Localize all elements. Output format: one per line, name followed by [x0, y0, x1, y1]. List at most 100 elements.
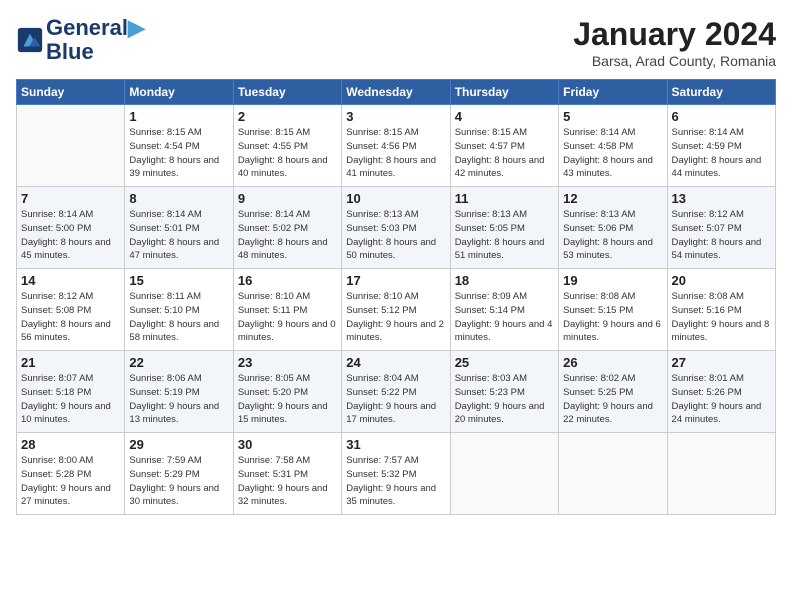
- daylight: Daylight: 9 hours and 15 minutes.: [238, 401, 328, 426]
- sunset: Sunset: 5:05 PM: [455, 223, 525, 234]
- sunset: Sunset: 5:26 PM: [672, 387, 742, 398]
- day-info: Sunrise: 8:13 AM Sunset: 5:05 PM Dayligh…: [455, 208, 554, 263]
- sunrise: Sunrise: 8:14 AM: [563, 127, 635, 138]
- calendar-cell: 31 Sunrise: 7:57 AM Sunset: 5:32 PM Dayl…: [342, 433, 450, 515]
- day-number: 31: [346, 437, 445, 452]
- sunset: Sunset: 5:07 PM: [672, 223, 742, 234]
- day-number: 5: [563, 109, 662, 124]
- calendar-cell: 29 Sunrise: 7:59 AM Sunset: 5:29 PM Dayl…: [125, 433, 233, 515]
- sunrise: Sunrise: 8:08 AM: [563, 291, 635, 302]
- daylight: Daylight: 9 hours and 17 minutes.: [346, 401, 436, 426]
- calendar-week-0: 1 Sunrise: 8:15 AM Sunset: 4:54 PM Dayli…: [17, 105, 776, 187]
- daylight: Daylight: 9 hours and 8 minutes.: [672, 319, 770, 344]
- calendar-cell: [17, 105, 125, 187]
- sunset: Sunset: 4:58 PM: [563, 141, 633, 152]
- sunset: Sunset: 5:08 PM: [21, 305, 91, 316]
- day-info: Sunrise: 8:05 AM Sunset: 5:20 PM Dayligh…: [238, 372, 337, 427]
- calendar-cell: 26 Sunrise: 8:02 AM Sunset: 5:25 PM Dayl…: [559, 351, 667, 433]
- sunrise: Sunrise: 8:14 AM: [129, 209, 201, 220]
- day-info: Sunrise: 8:08 AM Sunset: 5:15 PM Dayligh…: [563, 290, 662, 345]
- day-number: 27: [672, 355, 771, 370]
- daylight: Daylight: 9 hours and 6 minutes.: [563, 319, 661, 344]
- calendar-cell: 3 Sunrise: 8:15 AM Sunset: 4:56 PM Dayli…: [342, 105, 450, 187]
- day-info: Sunrise: 8:00 AM Sunset: 5:28 PM Dayligh…: [21, 454, 120, 509]
- sunset: Sunset: 5:31 PM: [238, 469, 308, 480]
- day-number: 10: [346, 191, 445, 206]
- day-number: 8: [129, 191, 228, 206]
- day-info: Sunrise: 8:13 AM Sunset: 5:03 PM Dayligh…: [346, 208, 445, 263]
- day-info: Sunrise: 8:14 AM Sunset: 4:59 PM Dayligh…: [672, 126, 771, 181]
- sunset: Sunset: 5:22 PM: [346, 387, 416, 398]
- col-wednesday: Wednesday: [342, 80, 450, 105]
- day-number: 18: [455, 273, 554, 288]
- calendar-cell: 6 Sunrise: 8:14 AM Sunset: 4:59 PM Dayli…: [667, 105, 775, 187]
- day-number: 13: [672, 191, 771, 206]
- day-number: 22: [129, 355, 228, 370]
- logo: General▶ Blue: [16, 16, 145, 64]
- daylight: Daylight: 8 hours and 48 minutes.: [238, 237, 328, 262]
- sunrise: Sunrise: 8:09 AM: [455, 291, 527, 302]
- month-title: January 2024: [573, 16, 776, 53]
- day-info: Sunrise: 8:15 AM Sunset: 4:56 PM Dayligh…: [346, 126, 445, 181]
- sunset: Sunset: 5:20 PM: [238, 387, 308, 398]
- daylight: Daylight: 9 hours and 10 minutes.: [21, 401, 111, 426]
- daylight: Daylight: 9 hours and 0 minutes.: [238, 319, 336, 344]
- day-number: 17: [346, 273, 445, 288]
- day-info: Sunrise: 8:11 AM Sunset: 5:10 PM Dayligh…: [129, 290, 228, 345]
- calendar-cell: 17 Sunrise: 8:10 AM Sunset: 5:12 PM Dayl…: [342, 269, 450, 351]
- sunset: Sunset: 5:12 PM: [346, 305, 416, 316]
- daylight: Daylight: 9 hours and 30 minutes.: [129, 483, 219, 508]
- calendar-cell: 15 Sunrise: 8:11 AM Sunset: 5:10 PM Dayl…: [125, 269, 233, 351]
- col-sunday: Sunday: [17, 80, 125, 105]
- sunrise: Sunrise: 8:08 AM: [672, 291, 744, 302]
- day-info: Sunrise: 8:03 AM Sunset: 5:23 PM Dayligh…: [455, 372, 554, 427]
- daylight: Daylight: 9 hours and 27 minutes.: [21, 483, 111, 508]
- col-friday: Friday: [559, 80, 667, 105]
- calendar-week-4: 28 Sunrise: 8:00 AM Sunset: 5:28 PM Dayl…: [17, 433, 776, 515]
- sunrise: Sunrise: 8:10 AM: [346, 291, 418, 302]
- sunset: Sunset: 5:16 PM: [672, 305, 742, 316]
- sunset: Sunset: 5:28 PM: [21, 469, 91, 480]
- day-number: 23: [238, 355, 337, 370]
- calendar-cell: 8 Sunrise: 8:14 AM Sunset: 5:01 PM Dayli…: [125, 187, 233, 269]
- day-number: 25: [455, 355, 554, 370]
- calendar-week-1: 7 Sunrise: 8:14 AM Sunset: 5:00 PM Dayli…: [17, 187, 776, 269]
- calendar-cell: 16 Sunrise: 8:10 AM Sunset: 5:11 PM Dayl…: [233, 269, 341, 351]
- day-info: Sunrise: 8:06 AM Sunset: 5:19 PM Dayligh…: [129, 372, 228, 427]
- page-header: General▶ Blue January 2024 Barsa, Arad C…: [16, 16, 776, 69]
- title-block: January 2024 Barsa, Arad County, Romania: [573, 16, 776, 69]
- calendar-table: Sunday Monday Tuesday Wednesday Thursday…: [16, 79, 776, 515]
- calendar-week-2: 14 Sunrise: 8:12 AM Sunset: 5:08 PM Dayl…: [17, 269, 776, 351]
- calendar-cell: 24 Sunrise: 8:04 AM Sunset: 5:22 PM Dayl…: [342, 351, 450, 433]
- sunset: Sunset: 4:54 PM: [129, 141, 199, 152]
- day-info: Sunrise: 8:12 AM Sunset: 5:08 PM Dayligh…: [21, 290, 120, 345]
- sunrise: Sunrise: 8:03 AM: [455, 373, 527, 384]
- daylight: Daylight: 8 hours and 45 minutes.: [21, 237, 111, 262]
- calendar-cell: 27 Sunrise: 8:01 AM Sunset: 5:26 PM Dayl…: [667, 351, 775, 433]
- day-info: Sunrise: 8:15 AM Sunset: 4:57 PM Dayligh…: [455, 126, 554, 181]
- day-number: 11: [455, 191, 554, 206]
- sunrise: Sunrise: 8:14 AM: [672, 127, 744, 138]
- day-info: Sunrise: 8:10 AM Sunset: 5:12 PM Dayligh…: [346, 290, 445, 345]
- day-number: 19: [563, 273, 662, 288]
- sunrise: Sunrise: 8:13 AM: [346, 209, 418, 220]
- sunrise: Sunrise: 8:00 AM: [21, 455, 93, 466]
- header-row: Sunday Monday Tuesday Wednesday Thursday…: [17, 80, 776, 105]
- calendar-cell: 13 Sunrise: 8:12 AM Sunset: 5:07 PM Dayl…: [667, 187, 775, 269]
- daylight: Daylight: 9 hours and 32 minutes.: [238, 483, 328, 508]
- calendar-cell: 19 Sunrise: 8:08 AM Sunset: 5:15 PM Dayl…: [559, 269, 667, 351]
- sunrise: Sunrise: 8:06 AM: [129, 373, 201, 384]
- calendar-cell: 18 Sunrise: 8:09 AM Sunset: 5:14 PM Dayl…: [450, 269, 558, 351]
- day-number: 16: [238, 273, 337, 288]
- sunset: Sunset: 5:06 PM: [563, 223, 633, 234]
- day-number: 24: [346, 355, 445, 370]
- calendar-cell: 12 Sunrise: 8:13 AM Sunset: 5:06 PM Dayl…: [559, 187, 667, 269]
- sunset: Sunset: 5:00 PM: [21, 223, 91, 234]
- day-number: 2: [238, 109, 337, 124]
- daylight: Daylight: 8 hours and 47 minutes.: [129, 237, 219, 262]
- day-info: Sunrise: 7:59 AM Sunset: 5:29 PM Dayligh…: [129, 454, 228, 509]
- calendar-header: Sunday Monday Tuesday Wednesday Thursday…: [17, 80, 776, 105]
- calendar-cell: [559, 433, 667, 515]
- day-info: Sunrise: 8:04 AM Sunset: 5:22 PM Dayligh…: [346, 372, 445, 427]
- calendar-cell: 9 Sunrise: 8:14 AM Sunset: 5:02 PM Dayli…: [233, 187, 341, 269]
